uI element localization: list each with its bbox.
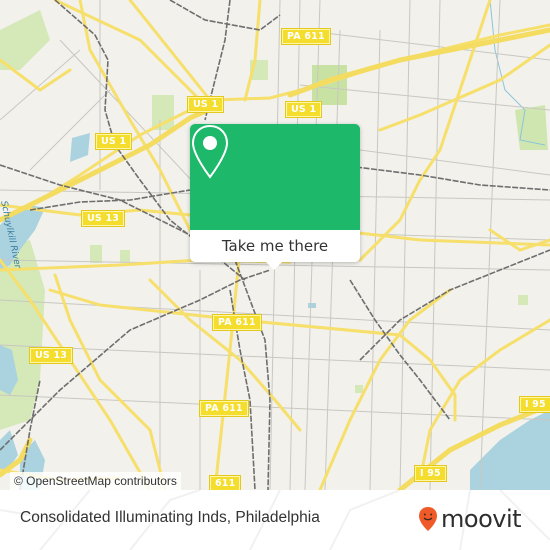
take-me-there-button[interactable]: Take me there [190,230,360,262]
place-name: Consolidated Illuminating Inds, Philadel… [20,509,320,526]
map-canvas[interactable]: PA 611 US 1 US 1 US 1 US 13 US 13 PA 611… [0,0,550,490]
road-shield-i-95: I 95 [519,396,550,413]
location-popup: Take me there [190,124,360,262]
road-shield-us-1: US 1 [284,101,323,118]
road-shield-pa-611: 611 [208,475,242,490]
road-shield-us-13: US 13 [28,347,74,364]
road-shield-i-95: I 95 [414,465,447,482]
road-shield-pa-611: PA 611 [212,314,262,331]
road-shield-us-1: US 1 [186,96,225,113]
road-shield-us-1: US 1 [94,133,133,150]
moovit-logo[interactable]: moovit [418,504,522,534]
moovit-pin-icon [419,507,437,531]
footer-bar: Consolidated Illuminating Inds, Philadel… [0,490,550,550]
popup-pointer [266,262,282,270]
popup-header [190,124,360,230]
road-shield-pa-611: PA 611 [281,28,331,45]
road-shield-us-13: US 13 [80,210,126,227]
location-pin-icon [191,124,229,179]
map-attribution[interactable]: © OpenStreetMap contributors [10,472,181,490]
road-shield-pa-611: PA 611 [199,400,249,417]
brand-name: moovit [441,505,522,533]
